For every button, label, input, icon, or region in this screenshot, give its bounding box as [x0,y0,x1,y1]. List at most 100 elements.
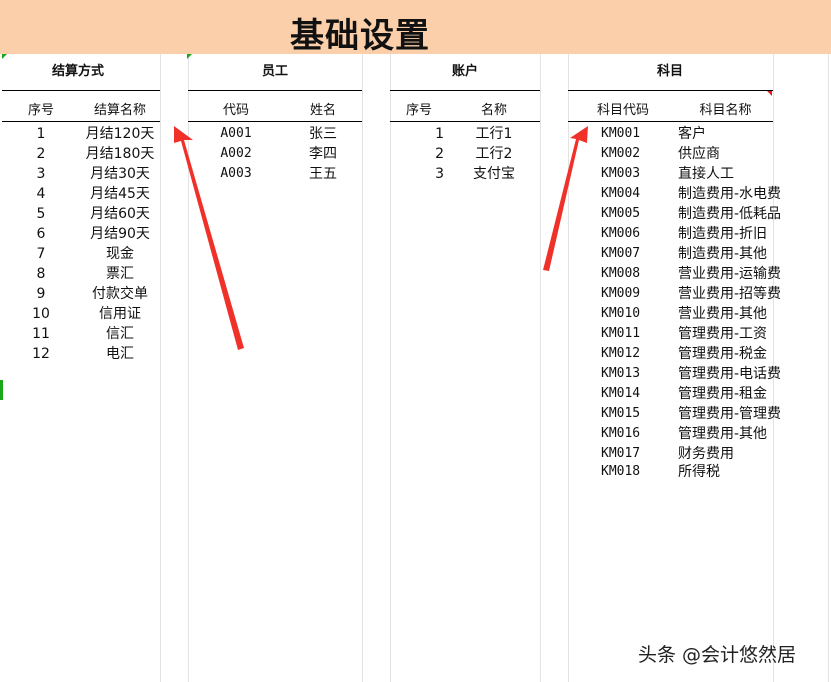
row-number[interactable]: 3 [390,164,448,184]
subject-code[interactable]: KM005 [601,204,640,224]
comment-indicator [2,54,7,59]
subject-name[interactable]: 管理费用-租金 [678,384,767,404]
subject-name[interactable]: 管理费用-电话费 [678,364,781,384]
subject-name[interactable]: 制造费用-折旧 [678,224,767,244]
settlement-name[interactable]: 票汇 [80,264,160,284]
subject-code[interactable]: KM011 [601,324,640,344]
subject-code[interactable]: KM009 [601,284,640,304]
subject-name[interactable]: 营业费用-运输费 [678,264,781,284]
header-rule [568,90,773,91]
subject-name[interactable]: 供应商 [678,144,720,164]
subject-code[interactable]: KM013 [601,364,640,384]
section-title-settlement[interactable]: 结算方式 [52,60,104,79]
subject-name[interactable]: 营业费用-招等费 [678,284,781,304]
subject-name[interactable]: 制造费用-其他 [678,244,767,264]
watermark: 头条 @会计悠然居 [638,644,797,666]
row-number[interactable]: 2 [390,144,448,164]
row-number[interactable]: 11 [2,324,80,344]
settlement-name[interactable]: 电汇 [80,344,160,364]
column-header[interactable]: 结算名称 [80,99,160,118]
settlement-name[interactable]: 月结60天 [80,204,160,224]
row-number[interactable]: 9 [2,284,80,304]
row-number[interactable]: 4 [2,184,80,204]
employee-code[interactable]: A001 [188,124,284,144]
header-rule [2,90,160,91]
row-marker [0,380,3,400]
subject-name[interactable]: 管理费用-税金 [678,344,767,364]
row-number[interactable]: 7 [2,244,80,264]
subject-code[interactable]: KM008 [601,264,640,284]
grid-line [540,54,541,682]
subject-code[interactable]: KM015 [601,404,640,424]
account-name[interactable]: 工行1 [448,124,540,144]
row-number[interactable]: 6 [2,224,80,244]
row-number[interactable]: 10 [2,304,80,324]
grid-line [568,54,569,682]
subject-code[interactable]: KM006 [601,224,640,244]
subject-code[interactable]: KM012 [601,344,640,364]
row-number[interactable]: 2 [2,144,80,164]
employee-code[interactable]: A002 [188,144,284,164]
employee-name[interactable]: 李四 [284,144,362,164]
subject-code[interactable]: KM003 [601,164,640,184]
grid-line [828,54,829,682]
column-header[interactable]: 序号 [2,99,80,118]
subject-code[interactable]: KM014 [601,384,640,404]
employee-name[interactable]: 王五 [284,164,362,184]
subject-code[interactable]: KM007 [601,244,640,264]
column-header[interactable]: 名称 [448,99,540,118]
section-title-employee[interactable]: 员工 [262,60,288,79]
subject-code[interactable]: KM016 [601,424,640,444]
settlement-name[interactable]: 信用证 [80,304,160,324]
column-header[interactable]: 代码 [188,99,284,118]
column-header[interactable]: 序号 [390,99,448,118]
subject-name[interactable]: 制造费用-低耗品 [678,204,781,224]
section-title-account[interactable]: 账户 [452,60,478,79]
subject-name[interactable]: 管理费用-管理费 [678,404,781,424]
subject-name[interactable]: 客户 [678,124,706,144]
comment-indicator [187,54,192,59]
settlement-name[interactable]: 月结45天 [80,184,160,204]
row-number[interactable]: 1 [2,124,80,144]
subject-code[interactable]: KM018 [601,462,640,482]
subject-name[interactable]: 管理费用-其他 [678,424,767,444]
header-rule [188,90,362,91]
column-header[interactable]: 科目代码 [568,99,678,118]
settlement-name[interactable]: 月结30天 [80,164,160,184]
subject-name[interactable]: 财务费用 [678,444,734,464]
account-name[interactable]: 工行2 [448,144,540,164]
row-number[interactable]: 12 [2,344,80,364]
column-header[interactable]: 科目名称 [678,99,773,118]
arrow-annotation [543,126,588,271]
subject-code[interactable]: KM010 [601,304,640,324]
header-rule [390,90,540,91]
subject-name[interactable]: 管理费用-工资 [678,324,767,344]
subject-name[interactable]: 制造费用-水电费 [678,184,781,204]
subject-code[interactable]: KM001 [601,124,640,144]
row-number[interactable]: 1 [390,124,448,144]
subject-name[interactable]: 所得税 [678,462,720,482]
row-number[interactable]: 3 [2,164,80,184]
header-rule [2,121,160,122]
settlement-name[interactable]: 月结180天 [80,144,160,164]
account-name[interactable]: 支付宝 [448,164,540,184]
settlement-name[interactable]: 现金 [80,244,160,264]
settlement-name[interactable]: 月结90天 [80,224,160,244]
settlement-name[interactable]: 付款交单 [80,284,160,304]
subject-code[interactable]: KM002 [601,144,640,164]
subject-name[interactable]: 营业费用-其他 [678,304,767,324]
column-header[interactable]: 姓名 [284,99,362,118]
page-title[interactable]: 基础设置 [290,8,430,57]
row-number[interactable]: 8 [2,264,80,284]
grid-line [160,54,161,682]
row-number[interactable]: 5 [2,204,80,224]
section-title-subject[interactable]: 科目 [657,60,683,79]
employee-code[interactable]: A003 [188,164,284,184]
subject-name[interactable]: 直接人工 [678,164,734,184]
employee-name[interactable]: 张三 [284,124,362,144]
header-rule [390,121,540,122]
subject-code[interactable]: KM017 [601,444,640,464]
subject-code[interactable]: KM004 [601,184,640,204]
settlement-name[interactable]: 月结120天 [80,124,160,144]
settlement-name[interactable]: 信汇 [80,324,160,344]
